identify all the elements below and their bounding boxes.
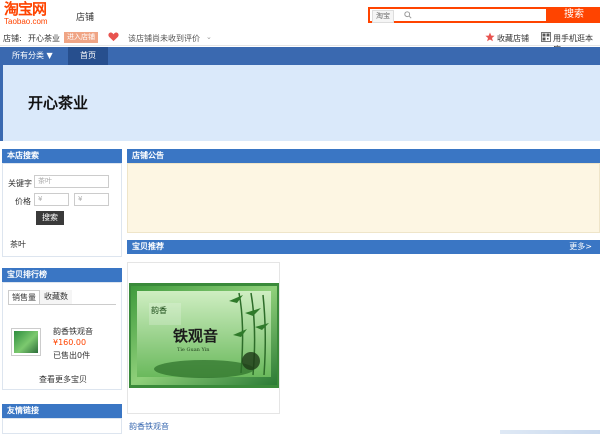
banner-title: 开心茶业 bbox=[28, 94, 89, 112]
notice-panel bbox=[127, 163, 600, 233]
shop-banner: 开心茶业 bbox=[0, 65, 600, 141]
tab-sales[interactable]: 销售量 bbox=[8, 290, 40, 304]
bottom-decoration bbox=[500, 430, 600, 434]
price-max-field[interactable]: ¥ bbox=[74, 193, 109, 206]
favorite-shop-link[interactable]: 收藏店铺 bbox=[497, 33, 529, 44]
view-more-items-link[interactable]: 查看更多宝贝 bbox=[39, 374, 87, 385]
shop-rating-text: 该店铺尚未收到评价 bbox=[128, 34, 200, 43]
keyword-label: 关键字 bbox=[8, 179, 32, 188]
nav-home-tab[interactable]: 首页 bbox=[68, 47, 108, 65]
qr-code-icon bbox=[541, 32, 551, 42]
box-text-main: 铁观音 bbox=[173, 327, 218, 345]
more-link[interactable]: 更多> bbox=[569, 240, 592, 254]
product-card[interactable]: 韵香 铁观音 Tie Guan Yin bbox=[127, 262, 280, 414]
top-header: 淘宝网 Taobao.com 店铺 淘宝 搜索 bbox=[0, 0, 600, 30]
all-categories-menu[interactable]: 所有分类 ▼ bbox=[0, 47, 68, 65]
box-text-en: Tie Guan Yin bbox=[177, 347, 210, 353]
recommend-panel-header: 宝贝推荐 更多> bbox=[127, 240, 600, 254]
search-panel-header: 本店搜索 bbox=[2, 149, 122, 163]
tag-link[interactable]: 茶叶 bbox=[10, 239, 26, 250]
tab-divider bbox=[8, 304, 116, 305]
shop-label: 店铺: bbox=[3, 34, 22, 43]
taobao-logo[interactable]: 淘宝网 Taobao.com bbox=[4, 2, 60, 28]
rank-item-thumbnail[interactable] bbox=[11, 328, 41, 356]
search-icon bbox=[404, 11, 412, 19]
ranking-panel-header: 宝贝排行榜 bbox=[2, 268, 122, 282]
price-label: 价格 bbox=[15, 197, 31, 206]
shop-name[interactable]: 开心茶业 bbox=[28, 33, 60, 44]
links-panel bbox=[2, 418, 122, 434]
keyword-field[interactable]: 茶叶 bbox=[34, 175, 109, 188]
price-min-field[interactable]: ¥ bbox=[34, 193, 69, 206]
shop-nav-link[interactable]: 店铺 bbox=[76, 10, 94, 23]
heart-icon bbox=[108, 32, 119, 42]
rank-item-price: ¥160.00 bbox=[53, 338, 87, 347]
recommend-title: 宝贝推荐 bbox=[132, 242, 164, 251]
enter-shop-button[interactable]: 进入店铺 bbox=[64, 32, 98, 43]
shop-info-bar: 店铺: 开心茶业 进入店铺 该店铺尚未收到评价 ⌄ 收藏店铺 用手机逛本店 bbox=[0, 30, 600, 54]
logo-text-cn: 淘宝网 bbox=[4, 0, 47, 18]
rank-item-name[interactable]: 韵香铁观音 bbox=[53, 326, 93, 337]
chevron-down-icon[interactable]: ⌄ bbox=[206, 33, 212, 41]
search-scope-selector[interactable]: 淘宝 bbox=[372, 10, 394, 23]
product-image[interactable]: 韵香 铁观音 Tie Guan Yin bbox=[129, 283, 279, 388]
search-input[interactable]: 淘宝 bbox=[368, 7, 548, 23]
tab-favorites[interactable]: 收藏数 bbox=[40, 290, 72, 304]
rank-item-sold: 已售出0件 bbox=[53, 351, 91, 360]
star-icon bbox=[485, 32, 495, 42]
product-name[interactable]: 韵香铁观音 bbox=[129, 421, 169, 432]
links-panel-header: 友情链接 bbox=[2, 404, 122, 418]
shop-search-button[interactable]: 搜索 bbox=[36, 211, 64, 225]
banner-edge bbox=[0, 65, 3, 141]
search-button[interactable]: 搜索 bbox=[548, 7, 600, 23]
logo-text-en: Taobao.com bbox=[4, 17, 48, 26]
shop-nav-bar: 所有分类 ▼ 首页 bbox=[0, 47, 600, 65]
box-text-left: 韵香 bbox=[151, 305, 167, 315]
notice-panel-header: 店铺公告 bbox=[127, 149, 600, 163]
